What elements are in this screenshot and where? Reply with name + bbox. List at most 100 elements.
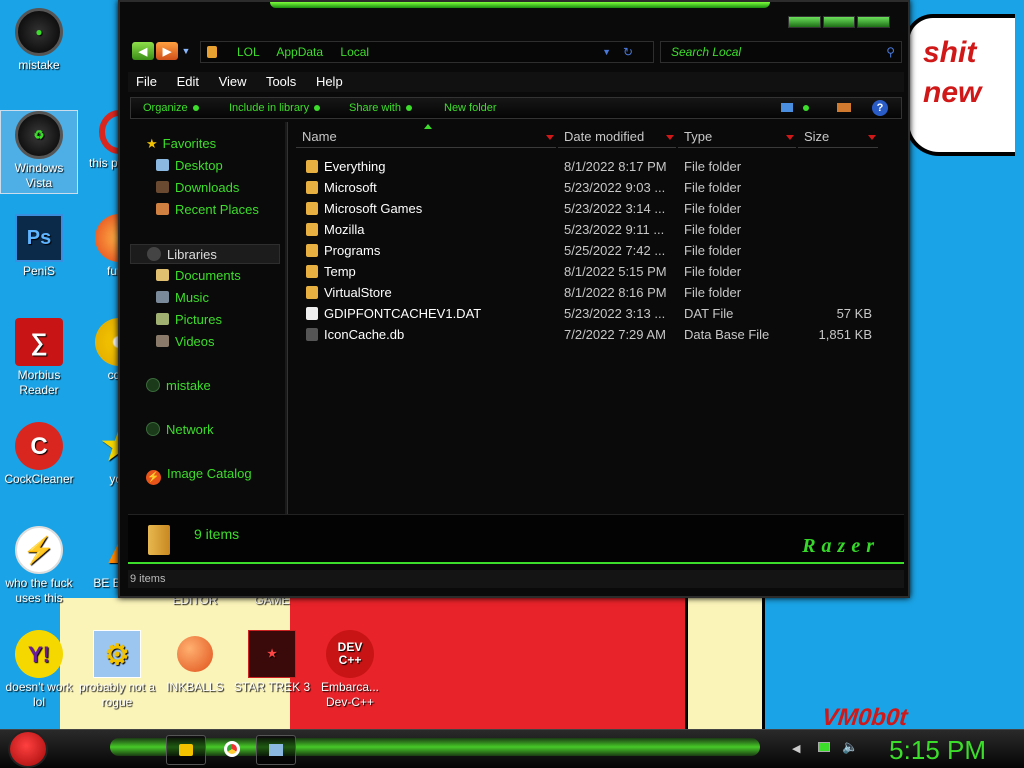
nav-libraries[interactable]: Libraries [130,244,280,264]
folder-icon [306,286,318,299]
nav-pictures[interactable]: Pictures [156,310,222,330]
desktop-icon-photoshop[interactable]: Ps PeniS [0,214,78,279]
minimize-button[interactable] [788,16,821,28]
column-header-date[interactable]: Date modified [558,128,676,148]
file-row[interactable]: IconCache.db 7/2/2022 7:29 AM Data Base Fi… [302,324,902,345]
app-window-icon [269,744,283,756]
close-button[interactable] [857,16,891,28]
new-folder-button[interactable]: New folder [444,98,497,118]
forward-arrow-icon[interactable]: ▶ [156,42,178,60]
search-input[interactable]: Search Local ⚲ [660,41,902,63]
taskbar-app-button[interactable] [256,735,296,765]
nav-downloads[interactable]: Downloads [156,178,239,198]
file-date: 7/2/2022 7:29 AM [564,327,666,342]
column-header-size[interactable]: Size [798,128,878,148]
folder-icon [306,181,318,194]
desktop-icon-rogue[interactable]: ⚙ probably not a rogue [78,630,156,710]
column-dropdown-icon[interactable] [868,135,876,140]
desktop-icon-messenger[interactable]: Y! doesn't work lol [0,630,78,710]
tray-expand-icon[interactable]: ◀ [792,742,800,755]
back-arrow-icon[interactable]: ◀ [132,42,154,60]
breadcrumb-lol[interactable]: LOL [237,45,260,59]
desktop-icon-recycle-bin[interactable]: ♻ Windows Vista [0,110,78,194]
menu-file[interactable]: File [136,74,157,89]
file-row[interactable]: VirtualStore 8/1/2022 8:16 PM File folder [302,282,902,303]
nav-documents[interactable]: Documents [156,266,241,286]
recent-pages-dropdown-icon[interactable]: ▼ [180,42,192,60]
file-date: 8/1/2022 5:15 PM [564,264,667,279]
desktop-icon-flash[interactable]: ⚡ who the fuck uses this [0,526,78,606]
taskbar-explorer-button[interactable] [166,735,206,765]
menu-tools[interactable]: Tools [266,74,296,89]
nav-recent-places[interactable]: Recent Places [156,200,259,220]
desktop-icon-devcpp[interactable]: DEV C++ Embarca... Dev-C++ [311,630,389,710]
desktop-icon-pdf-reader[interactable]: ∑ Morbius Reader [0,318,78,398]
address-dropdown-icon[interactable]: ▼ [602,42,611,62]
breadcrumb-appdata[interactable]: AppData [276,45,323,59]
breadcrumb-local[interactable]: Local [340,45,369,59]
taskbar-chrome-button[interactable] [212,735,252,765]
nav-favorites-label: Favorites [162,136,217,151]
file-size: 57 KB [836,306,872,321]
column-header-name[interactable]: Name [296,128,556,148]
menu-view[interactable]: View [219,74,247,89]
column-dropdown-icon[interactable] [546,135,554,140]
column-header-type[interactable]: Type [678,128,796,148]
file-row[interactable]: Temp 8/1/2022 5:15 PM File folder [302,261,902,282]
file-row[interactable]: Everything 8/1/2022 8:17 PM File folder [302,156,902,177]
bubble-text-2: new [923,76,982,109]
desktop-icon-label: Embarca... Dev-C++ [320,680,380,709]
razer-logo: Razer [802,535,880,557]
refresh-icon[interactable]: ↻ [623,42,633,62]
network-tray-icon[interactable] [818,742,830,752]
volume-icon[interactable]: 🔈 [842,739,858,755]
include-in-library-label: Include in library [229,102,310,114]
menu-edit[interactable]: Edit [177,74,199,89]
file-row[interactable]: Mozilla 5/23/2022 9:11 ... File folder [302,219,902,240]
nav-user-folder[interactable]: mistake [146,376,211,396]
preview-pane-icon[interactable] [837,103,851,112]
window-top-glow [270,2,770,8]
folder-icon [306,265,318,278]
organize-button[interactable]: Organize [143,98,199,118]
folder-icon [306,160,318,173]
desktop-icon-mistake[interactable]: ● mistake [0,8,78,73]
nav-videos[interactable]: Videos [156,332,215,352]
search-icon[interactable]: ⚲ [886,42,895,62]
column-dropdown-icon[interactable] [666,135,674,140]
desktop-icon-label: Windows Vista [14,161,64,190]
menu-help[interactable]: Help [316,74,343,89]
file-row[interactable]: Microsoft Games 5/23/2022 3:14 ... File fo… [302,198,902,219]
address-bar[interactable]: LOL AppData Local ▼ ↻ [200,41,654,63]
user-orb-icon: ● [15,8,63,56]
speech-bubble: shit new [905,14,1015,156]
file-row[interactable]: GDIPFONTCACHEV1.DAT 5/23/2022 3:13 ... DAT… [302,303,902,324]
window-controls[interactable] [788,16,891,28]
column-dropdown-icon[interactable] [786,135,794,140]
nav-favorites[interactable]: ★ Favorites [146,134,216,154]
desktop-icon-label: who the fuck uses this [5,576,73,605]
file-name: VirtualStore [324,285,392,300]
desktop-icon-star-trek[interactable]: ★ STAR TREK 3 [233,630,311,695]
share-with-button[interactable]: Share with [349,98,412,118]
maximize-button[interactable] [822,16,856,28]
help-icon[interactable]: ? [872,100,888,116]
desktop-icon-cleaner[interactable]: C CockCleaner [0,422,78,487]
file-row[interactable]: Programs 5/25/2022 7:42 ... File folder [302,240,902,261]
include-in-library-button[interactable]: Include in library [229,98,321,118]
view-dropdown-icon[interactable] [803,105,809,111]
nav-image-catalog[interactable]: ⚡ Image Catalog [146,464,252,485]
dropdown-dot-icon [314,105,321,112]
desktop-icon-inkballs[interactable]: INKBALLS [156,630,234,695]
view-options-icon[interactable] [781,103,793,112]
nav-desktop[interactable]: Desktop [156,156,223,176]
details-pane: 9 items Razer [128,514,904,564]
explorer-window[interactable]: ◀ ▶ ▼ LOL AppData Local ▼ ↻ Search Local… [118,0,910,598]
start-button-angry-bird-icon[interactable] [8,730,48,768]
search-placeholder: Search Local [671,45,742,59]
nav-music[interactable]: Music [156,288,209,308]
pane-splitter[interactable] [285,122,288,516]
taskbar-clock[interactable]: 5:15 PM [889,736,986,764]
nav-network[interactable]: Network [146,420,214,440]
file-row[interactable]: Microsoft 5/23/2022 9:03 ... File folder [302,177,902,198]
